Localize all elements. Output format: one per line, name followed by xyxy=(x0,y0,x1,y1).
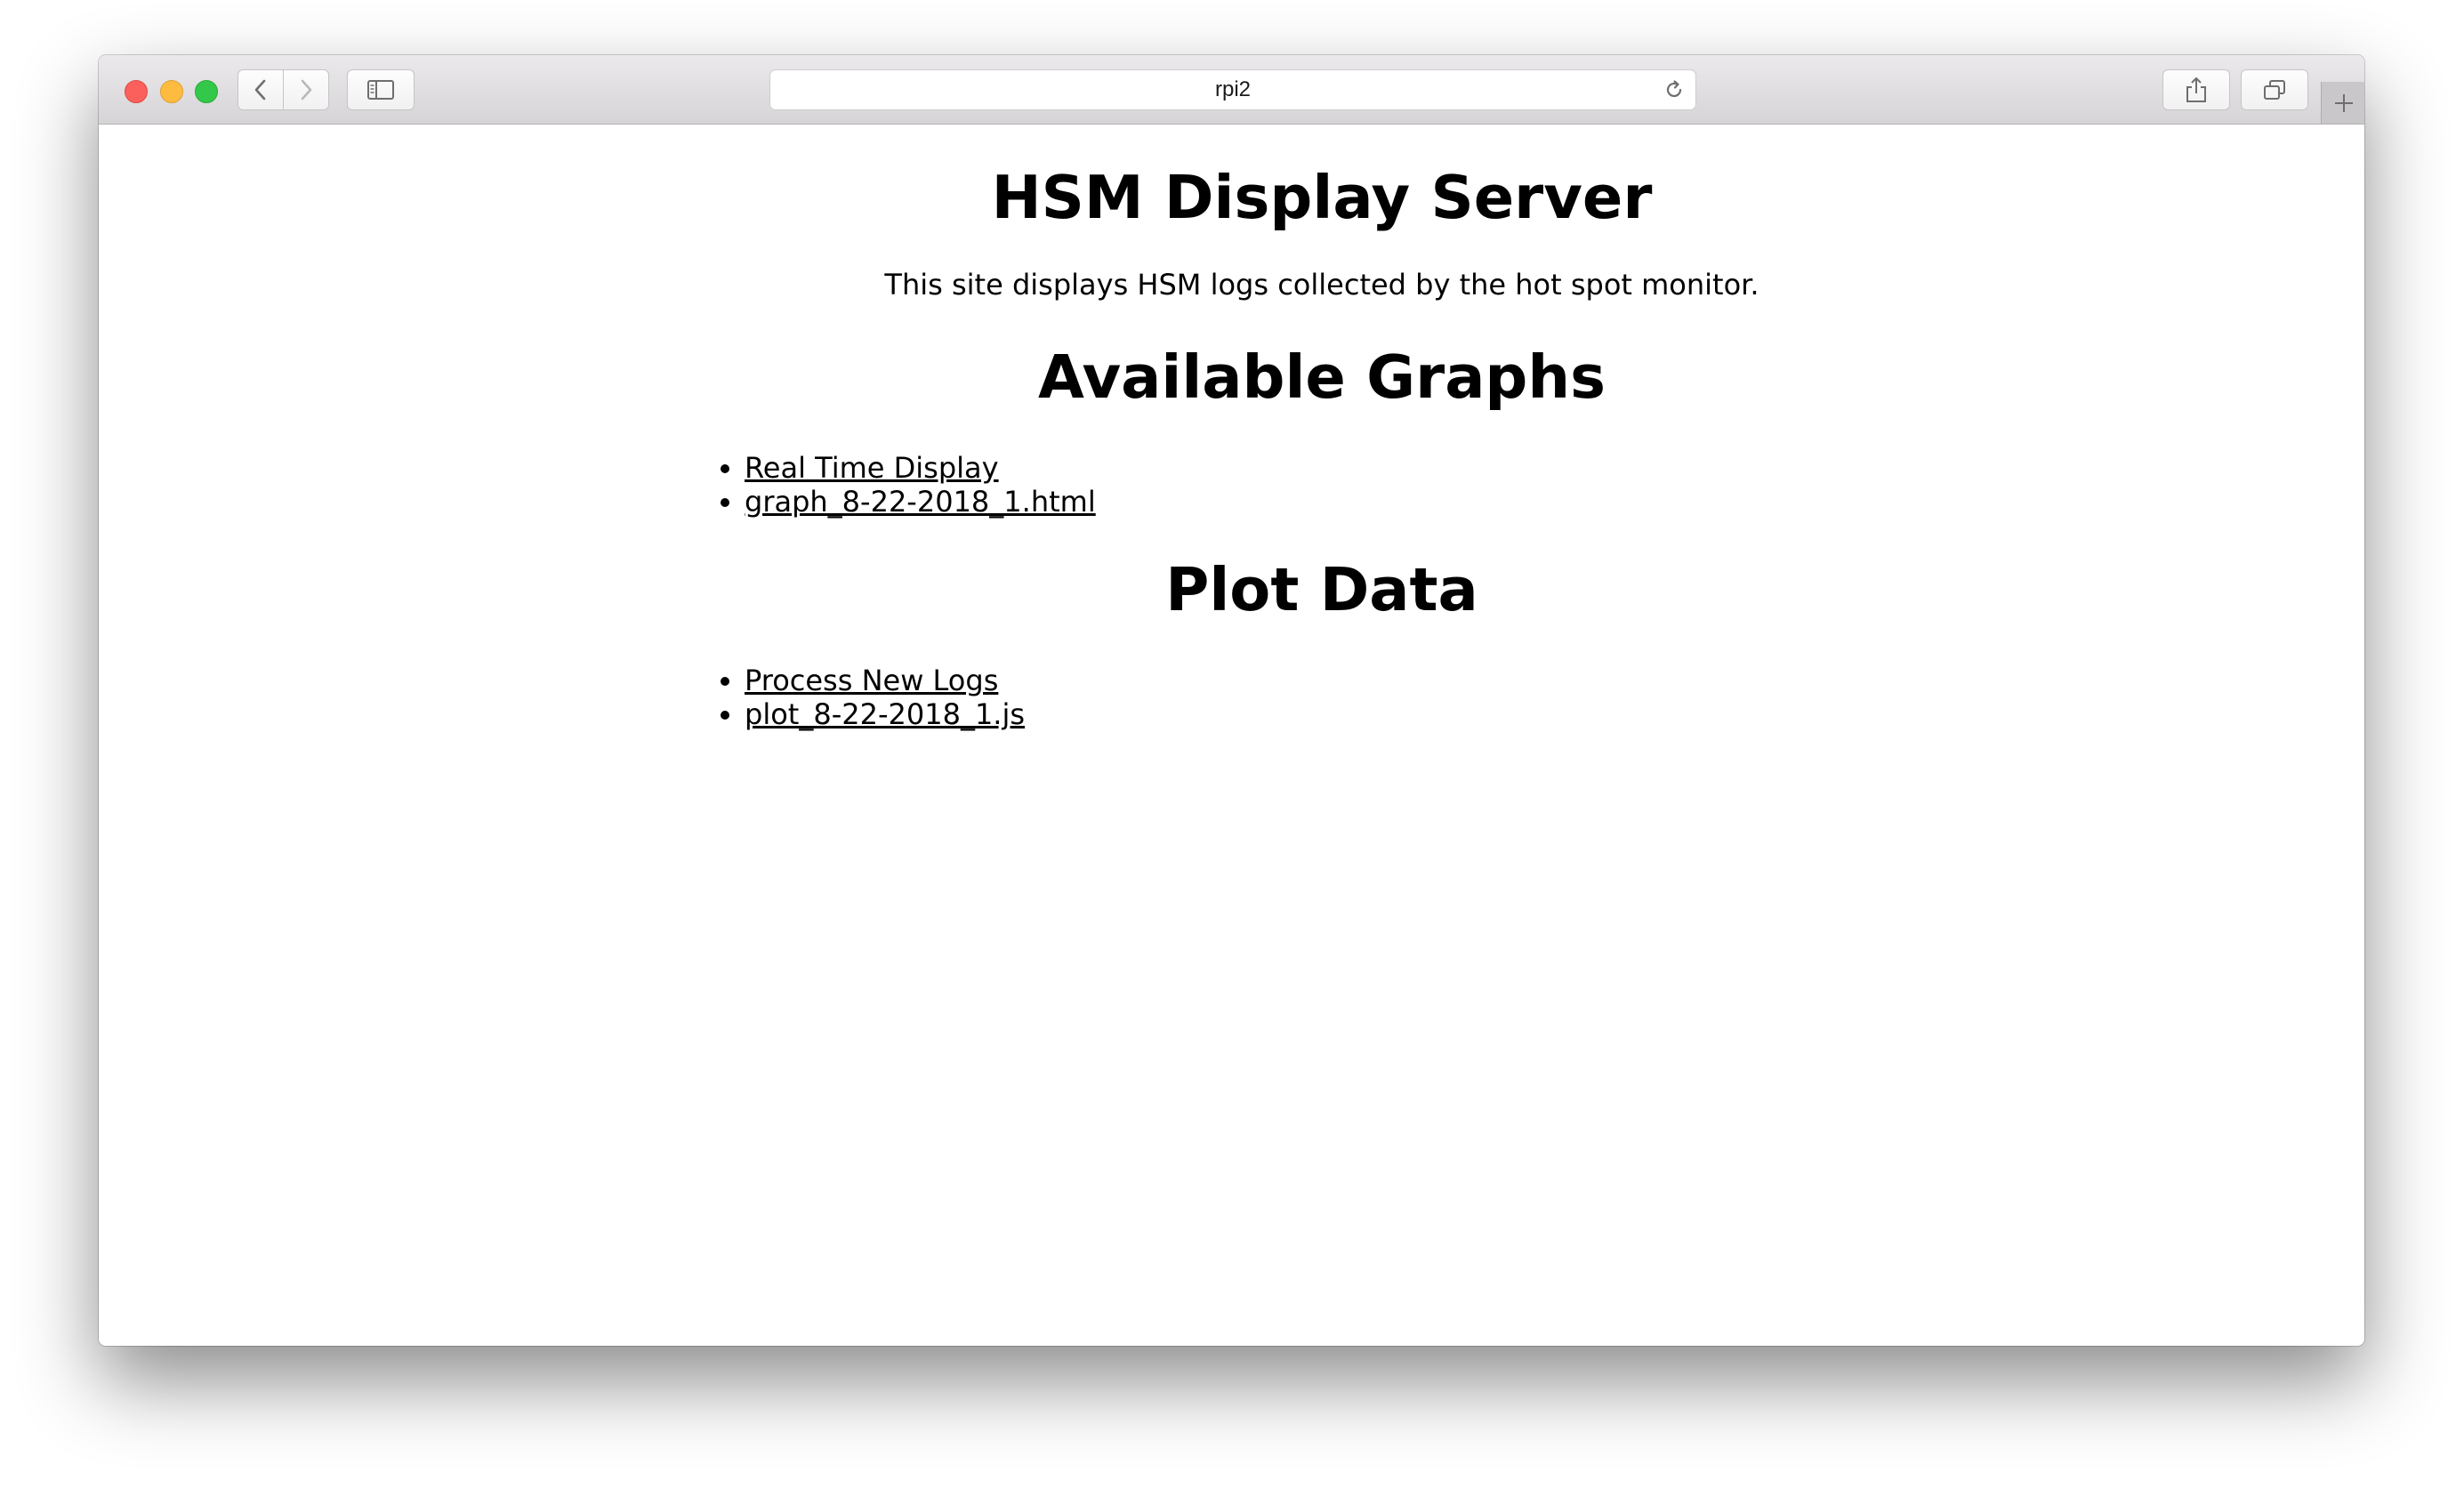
graphs-heading: Available Graphs xyxy=(1038,342,1606,412)
browser-window: rpi2 HSM Display Server This site displa… xyxy=(99,55,2364,1346)
address-bar[interactable]: rpi2 xyxy=(769,69,1696,110)
list-item: Real Time Display xyxy=(745,451,1096,485)
browser-toolbar: rpi2 xyxy=(99,55,2364,125)
reload-button[interactable] xyxy=(1662,77,1687,102)
graphs-list: Real Time Display graph_8-22-2018_1.html xyxy=(705,451,1096,519)
plot-data-list: Process New Logs plot_8-22-2018_1.js xyxy=(705,664,1025,731)
plus-icon xyxy=(2334,93,2353,112)
list-item: Process New Logs xyxy=(745,664,1025,697)
reload-icon xyxy=(1666,80,1682,98)
list-item: graph_8-22-2018_1.html xyxy=(745,485,1096,519)
sidebar-icon xyxy=(367,80,394,100)
real-time-display-link[interactable]: Real Time Display xyxy=(745,451,999,485)
back-button[interactable] xyxy=(238,69,284,110)
page-content: HSM Display Server This site displays HS… xyxy=(99,125,2364,1346)
chevron-left-icon xyxy=(254,79,266,101)
sidebar-toggle-button[interactable] xyxy=(347,69,415,110)
plot-data-heading: Plot Data xyxy=(1165,555,1478,624)
share-icon xyxy=(2186,77,2206,102)
graph-file-link[interactable]: graph_8-22-2018_1.html xyxy=(745,485,1096,519)
share-button[interactable] xyxy=(2162,69,2230,110)
maximize-window-button[interactable] xyxy=(195,80,218,103)
plot-file-link[interactable]: plot_8-22-2018_1.js xyxy=(745,697,1025,731)
process-new-logs-link[interactable]: Process New Logs xyxy=(745,664,998,697)
address-text: rpi2 xyxy=(1214,77,1252,101)
close-window-button[interactable] xyxy=(125,80,148,103)
new-tab-button[interactable] xyxy=(2321,82,2364,124)
tabs-icon xyxy=(2264,80,2285,100)
tab-overview-button[interactable] xyxy=(2241,69,2308,110)
chevron-right-icon xyxy=(301,79,312,101)
page-description: This site displays HSM logs collected by… xyxy=(884,268,1759,302)
list-item: plot_8-22-2018_1.js xyxy=(745,697,1025,731)
page-title: HSM Display Server xyxy=(991,163,1653,232)
minimize-window-button[interactable] xyxy=(160,80,183,103)
forward-button[interactable] xyxy=(283,69,329,110)
